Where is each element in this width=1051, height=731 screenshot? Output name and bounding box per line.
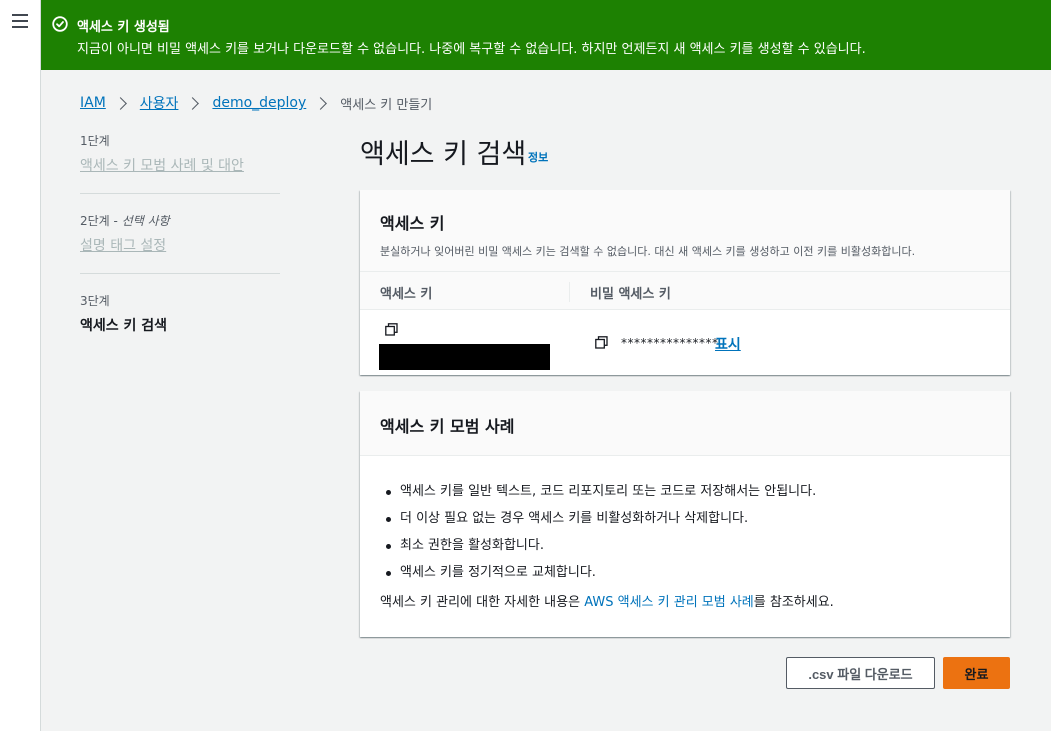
step-optional-label: 선택 사항 — [121, 214, 170, 228]
breadcrumb-iam[interactable]: IAM — [80, 95, 106, 111]
step-number: 2단계 - 선택 사항 — [80, 214, 170, 228]
info-link[interactable]: 정보 — [528, 149, 548, 165]
best-practices-heading: 액세스 키 모범 사례 — [380, 417, 515, 436]
access-key-table-header: 액세스 키 비밀 액세스 키 — [360, 272, 1010, 310]
menu-icon[interactable] — [12, 14, 28, 28]
download-csv-button[interactable]: .csv 파일 다운로드 — [786, 657, 935, 689]
step-number: 3단계 — [80, 294, 110, 308]
secret-key-masked-value: *************** — [621, 336, 719, 350]
copy-icon[interactable] — [595, 336, 608, 349]
list-item: 액세스 키를 일반 텍스트, 코드 리포지토리 또는 코드로 저장해서는 안됩니… — [380, 478, 1010, 505]
breadcrumb-users[interactable]: 사용자 — [140, 93, 179, 113]
best-practices-note: 액세스 키 관리에 대한 자세한 내용은 AWS 액세스 키 관리 모범 사례를… — [380, 595, 834, 610]
column-divider — [569, 282, 570, 302]
step-title-best-practices: 액세스 키 모범 사례 및 대안 — [80, 158, 244, 174]
breadcrumb: IAM 사용자 demo_deploy 액세스 키 만들기 — [80, 93, 432, 113]
list-item: 액세스 키를 정기적으로 교체합니다. — [380, 559, 1010, 586]
access-key-card: 액세스 키 분실하거나 잊어버린 비밀 액세스 키는 검색할 수 없습니다. 대… — [360, 190, 1010, 375]
best-practices-card: 액세스 키 모범 사례 액세스 키를 일반 텍스트, 코드 리포지토리 또는 코… — [360, 391, 1010, 637]
done-button[interactable]: 완료 — [943, 657, 1010, 689]
breadcrumb-current: 액세스 키 만들기 — [340, 97, 433, 113]
best-practices-list: 액세스 키를 일반 텍스트, 코드 리포지토리 또는 코드로 저장해서는 안됩니… — [360, 456, 1010, 586]
access-key-value-redacted — [379, 344, 550, 370]
check-circle-icon — [52, 16, 68, 32]
best-practices-card-header: 액세스 키 모범 사례 — [360, 391, 1010, 456]
copy-icon[interactable] — [385, 323, 398, 336]
wizard-step-3: 3단계 액세스 키 검색 — [80, 292, 280, 353]
best-practices-doc-link[interactable]: AWS 액세스 키 관리 모범 사례 — [584, 595, 754, 610]
wizard-steps: 1단계 액세스 키 모범 사례 및 대안 2단계 - 선택 사항 설명 태그 설… — [80, 132, 280, 371]
chevron-right-icon — [113, 96, 127, 110]
flash-title: 액세스 키 생성됨 — [77, 20, 170, 35]
column-header-access-key: 액세스 키 — [380, 287, 433, 302]
breadcrumb-user-demo-deploy[interactable]: demo_deploy — [212, 95, 306, 111]
chevron-right-icon — [314, 96, 328, 110]
side-navigation-rail — [0, 0, 41, 731]
list-item: 최소 권한을 활성화합니다. — [380, 532, 1010, 559]
show-secret-link[interactable]: 표시 — [715, 334, 741, 354]
access-key-description: 분실하거나 잊어버린 비밀 액세스 키는 검색할 수 없습니다. 대신 새 액세… — [380, 245, 916, 258]
success-flash-banner: 액세스 키 생성됨 지금이 아니면 비밀 액세스 키를 보거나 다운로드할 수 … — [41, 0, 1051, 70]
column-header-secret-key: 비밀 액세스 키 — [590, 287, 671, 302]
list-item: 더 이상 필요 없는 경우 액세스 키를 비활성화하거나 삭제합니다. — [380, 505, 1010, 532]
step-number: 1단계 — [80, 134, 110, 148]
wizard-step-1: 1단계 액세스 키 모범 사례 및 대안 — [80, 132, 280, 194]
step-title-retrieve: 액세스 키 검색 — [80, 318, 168, 334]
chevron-right-icon — [186, 96, 200, 110]
flash-message: 지금이 아니면 비밀 액세스 키를 보거나 다운로드할 수 없습니다. 나중에 … — [77, 42, 866, 57]
wizard-step-2: 2단계 - 선택 사항 설명 태그 설정 — [80, 212, 280, 274]
page-title: 액세스 키 검색 — [360, 139, 527, 170]
step-title-tags: 설명 태그 설정 — [80, 238, 167, 254]
access-key-heading: 액세스 키 — [380, 214, 445, 233]
access-key-card-header: 액세스 키 분실하거나 잊어버린 비밀 액세스 키는 검색할 수 없습니다. 대… — [360, 190, 1010, 272]
